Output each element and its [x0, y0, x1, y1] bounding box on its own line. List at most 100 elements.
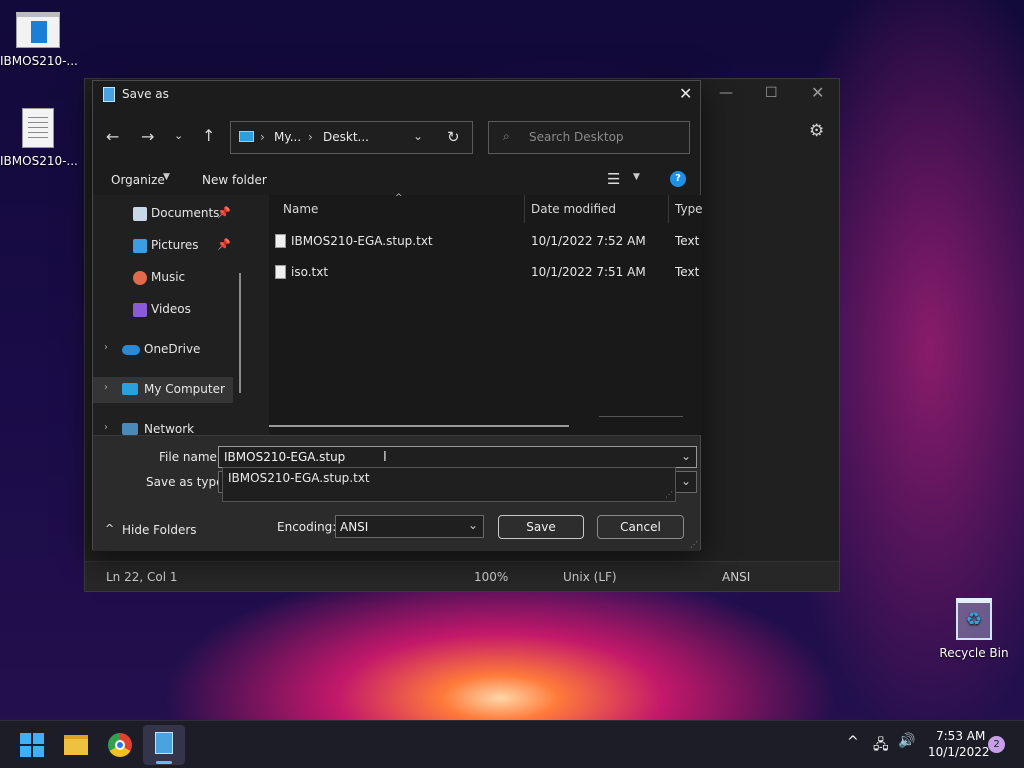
active-indicator: [156, 761, 172, 764]
table-row[interactable]: IBMOS210-EGA.stup.txt 10/1/2022 7:52 AM …: [269, 227, 701, 257]
sidebar-item-documents[interactable]: Documents 📌: [93, 201, 233, 227]
taskbar: ^ 🖧 🔊 7:53 AM 10/1/2022 2: [0, 720, 1024, 768]
chevron-down-icon: ⌄: [681, 474, 692, 488]
desktop-icon-label: Recycle Bin: [939, 646, 1009, 660]
notification-badge[interactable]: 2: [988, 736, 1005, 753]
horizontal-scrollbar[interactable]: [269, 425, 569, 427]
organize-menu[interactable]: Organize: [111, 173, 165, 187]
file-name-value: IBMOS210-EGA.stup: [224, 450, 346, 464]
sidebar-item-videos[interactable]: Videos: [93, 297, 233, 323]
text-file-icon: [275, 265, 286, 279]
column-divider: [524, 195, 525, 223]
search-input[interactable]: ⌕ Search Desktop: [488, 121, 690, 154]
file-date: 10/1/2022 7:52 AM: [531, 234, 646, 248]
documents-icon: [133, 207, 147, 221]
hide-folders-button[interactable]: Hide Folders: [122, 523, 197, 537]
file-type: Text D: [675, 265, 699, 279]
column-header-date[interactable]: Date modified: [531, 202, 616, 216]
new-folder-button[interactable]: New folder: [202, 173, 267, 187]
chevron-down-icon: ⌄: [468, 518, 479, 532]
sidebar-item-label: Videos: [151, 302, 191, 316]
clock-time[interactable]: 7:53 AM: [936, 729, 985, 743]
desktop-icon-text[interactable]: IBMOS210-...: [0, 108, 78, 168]
text-document-icon: [22, 108, 54, 148]
resize-grip-icon[interactable]: ⋰: [690, 540, 698, 549]
chevron-right-icon[interactable]: ›: [104, 382, 108, 393]
breadcrumb-segment[interactable]: Deskt...: [323, 130, 369, 144]
forward-arrow-icon[interactable]: →: [141, 127, 154, 146]
sidebar-item-label: Network: [144, 422, 195, 435]
chevron-up-icon[interactable]: ^: [105, 522, 114, 535]
sort-indicator-icon: ^: [395, 193, 403, 203]
file-type: Text D: [675, 234, 699, 248]
sidebar-item-music[interactable]: Music: [93, 265, 233, 291]
back-arrow-icon[interactable]: ←: [106, 127, 119, 146]
sidebar-item-network[interactable]: › Network: [93, 417, 233, 435]
refresh-icon[interactable]: ↻: [447, 128, 460, 146]
chrome-icon[interactable]: [108, 733, 132, 757]
window-app-icon: [16, 12, 60, 48]
sidebar-scrollbar[interactable]: [239, 273, 241, 393]
music-icon: [133, 271, 147, 285]
up-arrow-icon[interactable]: ↑: [202, 126, 215, 145]
sidebar-item-onedrive[interactable]: › OneDrive: [93, 337, 233, 363]
file-name-label: File name:: [159, 450, 221, 464]
pin-icon: 📌: [217, 206, 231, 219]
chevron-up-icon[interactable]: ^: [847, 734, 859, 750]
clock-date[interactable]: 10/1/2022: [928, 745, 990, 759]
sidebar-item-label: Pictures: [151, 238, 199, 252]
resize-grip-icon: ⋰: [665, 490, 673, 499]
notepad-taskbar-button[interactable]: [143, 725, 185, 765]
encoding-value: ANSI: [340, 520, 369, 534]
column-header-name[interactable]: Name: [283, 202, 318, 216]
breadcrumb-segment[interactable]: My...: [274, 130, 301, 144]
save-button[interactable]: Save: [498, 515, 584, 539]
autocomplete-suggestion[interactable]: IBMOS210-EGA.stup.txt: [228, 471, 370, 485]
close-icon[interactable]: ✕: [679, 84, 692, 103]
save-as-type-label: Save as type:: [146, 475, 228, 489]
chevron-right-icon[interactable]: ›: [104, 422, 108, 433]
gear-icon[interactable]: ⚙: [809, 121, 824, 141]
file-name-input[interactable]: IBMOS210-EGA.stup ⌄: [218, 446, 697, 468]
column-header-type[interactable]: Type: [675, 202, 703, 216]
chevron-down-icon[interactable]: ⌄: [174, 129, 183, 142]
desktop-icon-recycle-bin[interactable]: ♻ Recycle Bin: [936, 598, 1012, 660]
navigation-pane: Documents 📌 Pictures 📌 Music Videos › On…: [93, 195, 243, 435]
close-window-button[interactable]: ✕: [811, 83, 824, 102]
sidebar-item-my-computer[interactable]: › My Computer: [93, 377, 233, 403]
save-as-dialog: Save as ✕ ← → ⌄ ↑ › My... › Deskt... ⌄ ↻…: [92, 80, 703, 551]
autocomplete-dropdown[interactable]: IBMOS210-EGA.stup.txt ⋰: [222, 467, 676, 502]
notepad-icon: [155, 732, 173, 754]
pictures-icon: [133, 239, 147, 253]
minimize-button[interactable]: —: [719, 85, 733, 101]
chevron-right-icon[interactable]: ›: [104, 342, 108, 353]
cancel-button[interactable]: Cancel: [597, 515, 684, 539]
sidebar-item-label: OneDrive: [144, 342, 201, 356]
sidebar-item-pictures[interactable]: Pictures 📌: [93, 233, 233, 259]
text-file-icon: [275, 234, 286, 248]
help-icon[interactable]: ?: [670, 171, 686, 187]
sidebar-item-label: Music: [151, 270, 186, 284]
chevron-down-icon[interactable]: ▼: [633, 172, 640, 182]
view-options-icon[interactable]: ☰: [607, 170, 620, 188]
start-button[interactable]: [20, 733, 44, 757]
save-options-panel: File name: IBMOS210-EGA.stup ⌄ I Save as…: [93, 435, 700, 551]
chevron-right-icon: ›: [308, 130, 313, 144]
maximize-button[interactable]: ☐: [765, 85, 778, 101]
search-placeholder: Search Desktop: [529, 130, 624, 144]
chevron-down-icon[interactable]: ⌄: [681, 449, 691, 463]
command-bar: Organize ▼ New folder ☰ ▼ ?: [93, 165, 700, 195]
file-date: 10/1/2022 7:51 AM: [531, 265, 646, 279]
status-line-ending: Unix (LF): [563, 570, 617, 584]
scrollbar-track: [599, 416, 683, 417]
volume-icon[interactable]: 🔊: [898, 733, 915, 749]
network-icon[interactable]: 🖧: [873, 734, 889, 758]
chevron-down-icon[interactable]: ⌄: [413, 129, 423, 143]
encoding-select[interactable]: ANSI ⌄: [335, 515, 484, 538]
table-row[interactable]: iso.txt 10/1/2022 7:51 AM Text D: [269, 258, 701, 288]
file-name: iso.txt: [291, 265, 329, 279]
file-explorer-icon[interactable]: [64, 735, 88, 755]
desktop-icon-label: IBMOS210-...: [0, 154, 78, 168]
address-bar[interactable]: › My... › Deskt... ⌄ ↻: [230, 121, 473, 154]
desktop-icon-app[interactable]: IBMOS210-...: [0, 12, 78, 68]
